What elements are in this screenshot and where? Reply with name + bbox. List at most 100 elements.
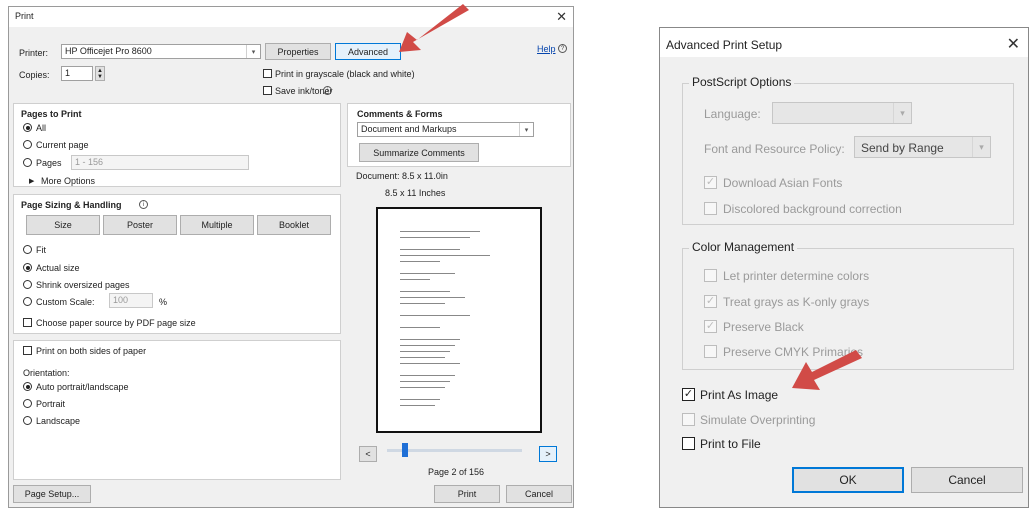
preview-text-line: [400, 363, 460, 364]
preserve-black-checkbox[interactable]: ✓: [704, 320, 717, 333]
preview-text-line: [400, 327, 440, 328]
close-icon[interactable]: ✕: [1007, 34, 1020, 54]
all-radio[interactable]: [23, 123, 32, 132]
printer-select[interactable]: HP Officejet Pro 8600 ▾: [61, 44, 261, 59]
shrink-radio[interactable]: [23, 280, 32, 289]
comments-heading: Comments & Forms: [357, 109, 443, 119]
postscript-heading: PostScript Options: [689, 75, 795, 89]
language-label: Language:: [704, 107, 761, 121]
custom-scale-input[interactable]: 100: [109, 293, 153, 308]
comments-select[interactable]: Document and Markups ▾: [357, 122, 534, 137]
chevron-down-icon: ▾: [972, 137, 990, 157]
let-printer-label: Let printer determine colors: [723, 269, 870, 283]
help-icon[interactable]: ?: [558, 44, 567, 53]
pages-radio[interactable]: [23, 158, 32, 167]
copies-stepper[interactable]: ▲ ▼: [95, 66, 105, 81]
pages-to-print-heading: Pages to Print: [21, 109, 82, 119]
grayscale-checkbox[interactable]: [263, 69, 272, 78]
preview-text-line: [400, 297, 465, 298]
tab-poster[interactable]: Poster: [103, 215, 177, 235]
both-sides-checkbox[interactable]: [23, 346, 32, 355]
custom-scale-radio[interactable]: [23, 297, 32, 306]
preview-text-line: [400, 237, 470, 238]
cancel-button[interactable]: Cancel: [911, 467, 1023, 493]
close-icon[interactable]: ✕: [556, 9, 567, 25]
print-as-image-checkbox[interactable]: ✓: [682, 388, 695, 401]
auto-orientation-radio[interactable]: [23, 382, 32, 391]
next-page-button[interactable]: >: [539, 446, 557, 462]
preview-text-line: [400, 345, 455, 346]
tab-booklet[interactable]: Booklet: [257, 215, 331, 235]
previous-page-button[interactable]: <: [359, 446, 377, 462]
save-ink-checkbox[interactable]: [263, 86, 272, 95]
orientation-panel: [13, 340, 341, 480]
preview-text-line: [400, 303, 445, 304]
preview-text-line: [400, 405, 435, 406]
treat-grays-checkbox[interactable]: ✓: [704, 295, 717, 308]
printer-select-value: HP Officejet Pro 8600: [65, 46, 152, 56]
preview-text-line: [400, 249, 460, 250]
chevron-down-icon: ▾: [519, 123, 533, 136]
preview-text-line: [400, 381, 450, 382]
preview-text-line: [400, 399, 440, 400]
page-setup-button[interactable]: Page Setup...: [13, 485, 91, 503]
font-policy-label: Font and Resource Policy:: [704, 142, 845, 156]
page-preview: [376, 207, 542, 433]
cancel-button[interactable]: Cancel: [506, 485, 572, 503]
more-options-link[interactable]: More Options: [41, 176, 95, 186]
simulate-overprinting-label: Simulate Overprinting: [700, 413, 816, 427]
discolored-checkbox[interactable]: [704, 202, 717, 215]
preview-text-line: [400, 357, 445, 358]
copies-label: Copies:: [19, 70, 50, 80]
preview-text-line: [400, 273, 455, 274]
treat-grays-label: Treat grays as K-only grays: [723, 295, 870, 309]
landscape-radio[interactable]: [23, 416, 32, 425]
advanced-button[interactable]: Advanced: [335, 43, 401, 60]
tab-multiple[interactable]: Multiple: [180, 215, 254, 235]
print-titlebar: Print ✕: [9, 7, 573, 27]
preserve-cmyk-checkbox[interactable]: [704, 345, 717, 358]
preview-text-line: [400, 339, 460, 340]
expand-arrow-icon[interactable]: ▶: [29, 177, 34, 185]
font-policy-select[interactable]: Send by Range ▾: [854, 136, 991, 158]
print-button[interactable]: Print: [434, 485, 500, 503]
info-icon[interactable]: i: [139, 200, 148, 209]
page-sizing-heading: Page Sizing & Handling: [21, 200, 122, 210]
tab-size[interactable]: Size: [26, 215, 100, 235]
help-link[interactable]: Help: [537, 44, 556, 54]
preview-text-line: [400, 351, 450, 352]
let-printer-checkbox[interactable]: [704, 269, 717, 282]
preview-text-line: [400, 231, 480, 232]
simulate-overprinting-checkbox[interactable]: [682, 413, 695, 426]
page-slider-thumb[interactable]: [402, 443, 408, 457]
stepper-down-icon[interactable]: ▼: [97, 74, 103, 80]
pages-range-input[interactable]: 1 - 156: [71, 155, 249, 170]
download-asian-checkbox[interactable]: ✓: [704, 176, 717, 189]
custom-scale-label: Custom Scale:: [36, 297, 95, 307]
shrink-label: Shrink oversized pages: [36, 280, 130, 290]
preview-size-label: 8.5 x 11 Inches: [385, 188, 446, 198]
preview-text-line: [400, 261, 440, 262]
properties-button[interactable]: Properties: [265, 43, 331, 60]
preview-text-line: [400, 315, 470, 316]
preview-text-line: [400, 387, 445, 388]
summarize-comments-button[interactable]: Summarize Comments: [359, 143, 479, 162]
grayscale-label: Print in grayscale (black and white): [275, 69, 415, 79]
print-title: Print: [15, 11, 34, 21]
actual-size-radio[interactable]: [23, 263, 32, 272]
orientation-heading: Orientation:: [23, 368, 70, 378]
choose-paper-checkbox[interactable]: [23, 318, 32, 327]
pages-label: Pages: [36, 158, 62, 168]
fit-radio[interactable]: [23, 245, 32, 254]
print-to-file-checkbox[interactable]: [682, 437, 695, 450]
portrait-radio[interactable]: [23, 399, 32, 408]
current-page-radio[interactable]: [23, 140, 32, 149]
ok-button[interactable]: OK: [792, 467, 904, 493]
chevron-down-icon: ▾: [246, 45, 260, 58]
landscape-label: Landscape: [36, 416, 81, 426]
color-management-heading: Color Management: [689, 240, 798, 254]
percent-label: %: [159, 297, 168, 307]
copies-input[interactable]: 1: [61, 66, 93, 81]
language-select[interactable]: ▾: [772, 102, 912, 124]
info-icon[interactable]: i: [323, 86, 332, 95]
